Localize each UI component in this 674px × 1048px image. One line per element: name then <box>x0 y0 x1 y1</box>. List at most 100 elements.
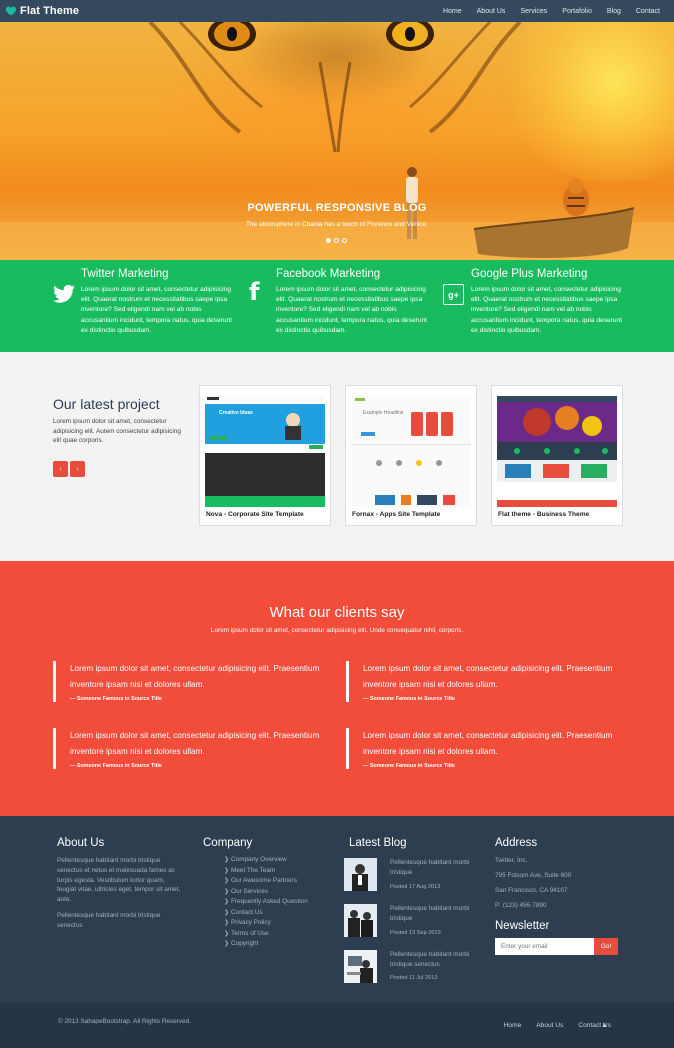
latest-blog-title: Latest Blog <box>349 837 407 849</box>
project-card-flat-theme[interactable]: Flat theme - Business Theme <box>491 385 623 526</box>
about-title: About Us <box>57 837 105 849</box>
quote-source: — Someone Famous in Source Title <box>363 696 455 702</box>
footer-link-label: Company Overview <box>231 856 287 863</box>
quote-text: Lorem ipsum dolor sit amet, consectetur … <box>363 664 613 689</box>
footer-link[interactable]: ❯ Copyright <box>224 939 308 950</box>
address-company: Twitter, Inc. <box>495 857 528 864</box>
bottom-link-home[interactable]: Home <box>504 1022 522 1029</box>
blog-post-date: Posted 17 Aug 2013 <box>390 884 441 890</box>
address-line-2: San Francisco, CA 94107 <box>495 887 568 894</box>
thumbnail-heading: Creative Ideas <box>219 410 253 416</box>
footer-link[interactable]: ❯ Terms of Use <box>224 929 308 940</box>
company-title: Company <box>203 837 253 849</box>
project-label: Flat theme - Business Theme <box>498 511 590 518</box>
latest-projects-section: Our latest project Lorem ipsum dolor sit… <box>0 352 674 561</box>
nav-contact[interactable]: Contact <box>636 8 660 15</box>
service-title: Facebook Marketing <box>276 268 381 280</box>
section-subtitle: Lorem ipsum dolor sit amet, consectetur … <box>210 627 464 634</box>
chevron-right-icon: ❯ <box>224 909 230 916</box>
google-plus-icon: g+ <box>443 284 464 305</box>
nav-portfolio[interactable]: Portafolio <box>562 8 592 15</box>
blog-post[interactable]: Pellentesque habitant morbi tristique se… <box>344 950 484 984</box>
quote-text: Lorem ipsum dolor sit amet, consectetur … <box>70 664 320 689</box>
chevron-right-icon: ❯ <box>224 888 230 895</box>
blog-post-title: Pellentesque habitant morbi tristique <box>390 905 470 922</box>
project-thumbnail <box>497 396 617 507</box>
service-text: Lorem ipsum dolor sit amet, consectetur … <box>276 286 428 334</box>
bottom-link-about[interactable]: About Us <box>536 1022 563 1029</box>
footer-link-label: Privacy Policy <box>231 919 271 926</box>
tiger-eyes <box>208 22 434 51</box>
footer-link[interactable]: ❯ Our Services <box>224 887 308 898</box>
top-navbar: Flat Theme Home About Us Services Portaf… <box>0 0 674 22</box>
service-title: Twitter Marketing <box>81 268 169 280</box>
slide-indicator-3[interactable] <box>342 238 347 243</box>
footer-link[interactable]: ❯ Meet The Team <box>224 866 308 877</box>
nav-about-us[interactable]: About Us <box>477 8 506 15</box>
nav-services[interactable]: Services <box>520 8 547 15</box>
brand[interactable]: Flat Theme <box>5 2 79 20</box>
chevron-up-icon[interactable]: ▲ <box>601 1022 608 1029</box>
facebook-icon: f <box>249 278 260 306</box>
blog-thumbnail <box>344 950 377 983</box>
slide-indicator-1[interactable] <box>326 238 331 243</box>
bottom-nav: Home About Us Contact Us <box>489 1022 611 1029</box>
slider-indicators <box>326 238 347 243</box>
address-phone: P: (123) 456-7890 <box>495 902 547 909</box>
thumbnail-heading: Example Headline <box>363 410 404 416</box>
footer-link[interactable]: ❯ Our Awesome Partners <box>224 876 308 887</box>
footer-link[interactable]: ❯ Frequently Asked Question <box>224 897 308 908</box>
footer-link-label: Terms of Use <box>231 929 269 937</box>
blog-post[interactable]: Pellentesque habitant morbi tristique Po… <box>344 904 484 938</box>
service-title: Google Plus Marketing <box>471 268 588 280</box>
blog-thumbnail <box>344 858 377 891</box>
heart-icon <box>5 6 17 16</box>
blog-thumbnail <box>344 904 377 937</box>
project-label: Fornax - Apps Site Template <box>352 511 441 518</box>
testimonials-section: What our clients say Lorem ipsum dolor s… <box>0 561 674 816</box>
quote-source: — Someone Famous in Source Title <box>70 696 162 702</box>
project-card-fornax[interactable]: Example Headline Fornax - Apps Site Temp… <box>345 385 477 526</box>
chevron-right-icon: ❯ <box>224 920 230 926</box>
next-project-button[interactable]: › <box>70 461 85 477</box>
footer-link-label: Contact Us <box>231 908 263 916</box>
newsletter-submit-button[interactable]: Go! <box>594 938 618 955</box>
blog-post[interactable]: Pellentesque habitant morbi tristique Po… <box>344 858 484 892</box>
newsletter-email-input[interactable] <box>495 938 594 955</box>
section-title: What our clients say <box>269 604 405 621</box>
twitter-icon <box>53 284 75 303</box>
hero-title: POWERFUL RESPONSIVE BLOG <box>247 202 427 214</box>
footer-link[interactable]: ❯ Privacy Policy <box>224 918 308 929</box>
footer-link[interactable]: ❯ Contact Us <box>224 908 308 919</box>
blog-post-date: Posted 11 Jul 2013 <box>390 975 438 981</box>
prev-project-button[interactable]: ‹ <box>53 461 68 477</box>
quote-source: — Someone Famous in Source Title <box>70 763 162 769</box>
project-card-nova[interactable]: Creative Ideas Nova - Corporate Site Tem… <box>199 385 331 526</box>
footer-link-label: Our Services <box>231 887 268 895</box>
company-links: ❯ Company Overview ❯ Meet The Team ❯ Our Aw… <box>224 855 308 950</box>
nav-home[interactable]: Home <box>443 8 462 15</box>
slide-indicator-2[interactable] <box>334 238 339 243</box>
tiger-face <box>148 22 522 153</box>
testimonial-quote: Lorem ipsum dolor sit amet, consectetur … <box>53 661 323 702</box>
chevron-right-icon: ❯ <box>224 857 230 863</box>
testimonial-quote: Lorem ipsum dolor sit amet, consectetur … <box>346 661 616 702</box>
nav-blog[interactable]: Blog <box>607 8 621 15</box>
project-thumbnail: Example Headline <box>351 396 471 507</box>
chevron-right-icon: ❯ <box>224 899 230 905</box>
address-title: Address <box>495 837 538 849</box>
footer-link-label: Frequently Asked Question <box>231 898 308 905</box>
section-text: Lorem ipsum dolor sit amet, consectetur … <box>53 418 181 444</box>
brand-name: Flat Theme <box>20 5 80 17</box>
testimonial-quote: Lorem ipsum dolor sit amet, consectetur … <box>53 728 323 769</box>
services-section: Twitter Marketing Lorem ipsum dolor sit … <box>0 260 674 352</box>
testimonial-quote: Lorem ipsum dolor sit amet, consectetur … <box>346 728 616 769</box>
section-title: Our latest project <box>53 396 160 412</box>
hero-subtitle: The atmosphere in Chania has a touch of … <box>245 221 429 228</box>
quote-text: Lorem ipsum dolor sit amet, consectetur … <box>70 731 320 756</box>
footer-link[interactable]: ❯ Company Overview <box>224 855 308 866</box>
hero-slider: POWERFUL RESPONSIVE BLOG The atmosphere … <box>0 22 674 260</box>
quote-source: — Someone Famous in Source Title <box>363 763 455 769</box>
chevron-right-icon: ❯ <box>224 930 230 937</box>
footer-link-label: Meet The Team <box>231 866 276 874</box>
